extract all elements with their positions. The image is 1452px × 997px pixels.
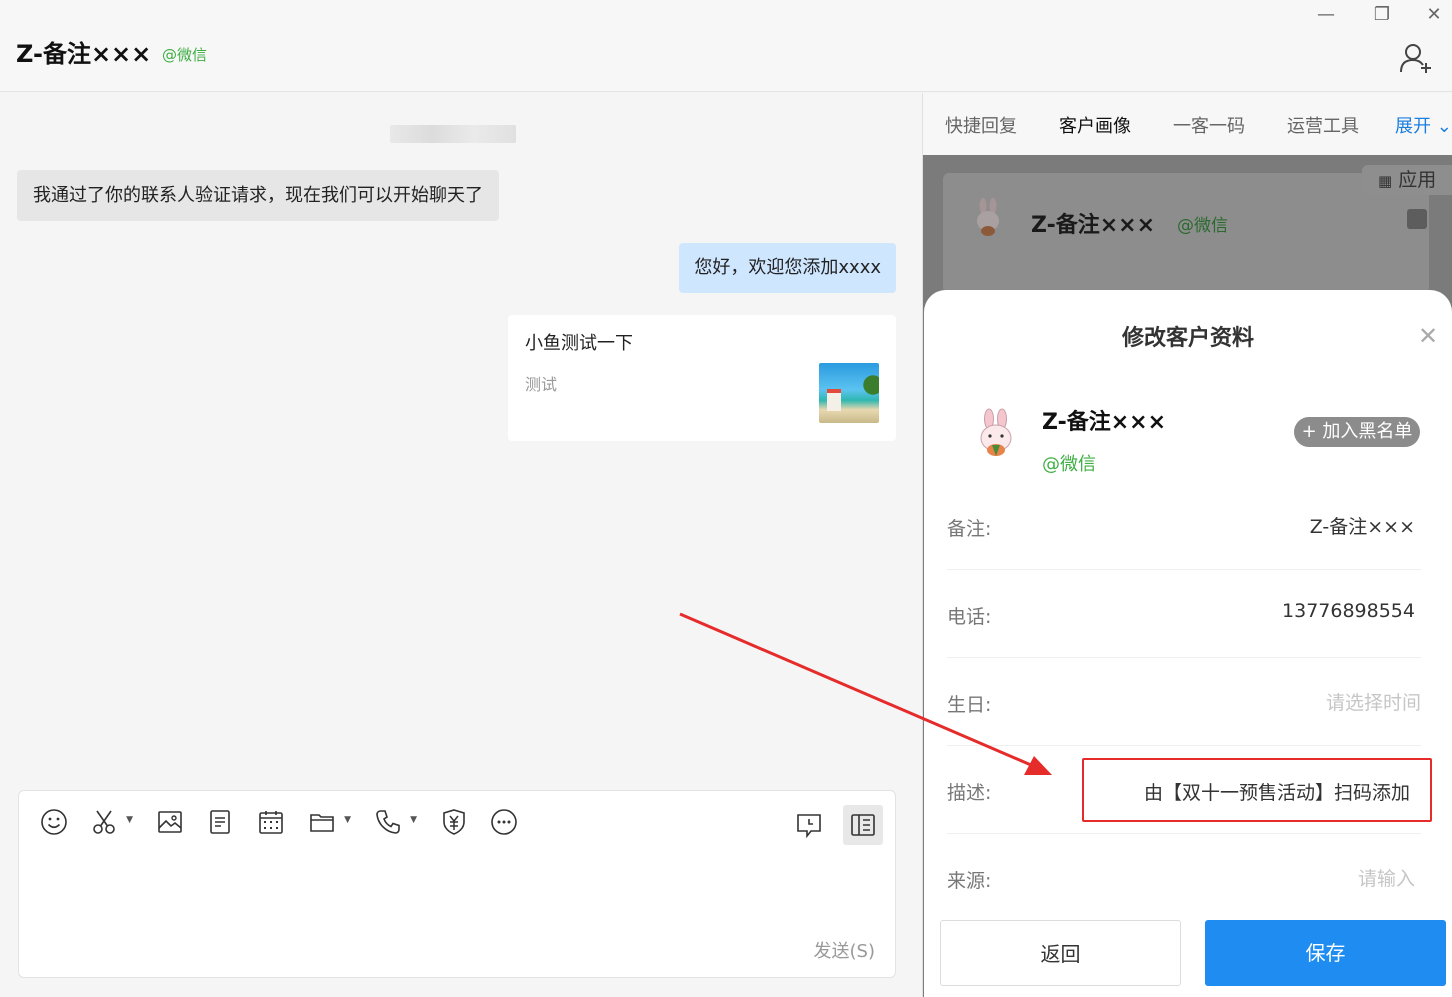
emoji-icon[interactable] bbox=[37, 805, 71, 839]
apps-label: 应用 bbox=[1398, 169, 1437, 191]
chevron-down-icon[interactable]: ▼ bbox=[410, 815, 417, 825]
tab-quick-reply[interactable]: 快捷回复 bbox=[945, 112, 1017, 138]
card-thumbnail-image bbox=[819, 363, 879, 423]
tab-operation-tools[interactable]: 运营工具 bbox=[1287, 112, 1359, 138]
remark-row: 备注: Z-备注××× bbox=[947, 482, 1421, 570]
birthday-row: 生日: 请选择时间 bbox=[947, 658, 1421, 746]
sidebar-toggle-icon[interactable] bbox=[843, 805, 883, 845]
send-button[interactable]: 发送(S) bbox=[814, 937, 875, 963]
chevron-down-icon[interactable]: ▼ bbox=[344, 815, 351, 825]
minimize-icon[interactable]: — bbox=[1306, 0, 1346, 30]
save-button[interactable]: 保存 bbox=[1205, 920, 1446, 986]
bunny-avatar bbox=[980, 408, 1012, 456]
tab-expand[interactable]: 展开 ⌄ bbox=[1395, 112, 1452, 138]
phone-icon[interactable]: ▼ bbox=[371, 805, 417, 839]
link-card-message[interactable]: 小鱼测试一下 测试 bbox=[508, 315, 896, 441]
phone-row: 电话: 13776898554 bbox=[947, 570, 1421, 658]
apps-button[interactable]: ▦ 应用 bbox=[1362, 165, 1452, 195]
add-to-blacklist-button[interactable]: + 加入黑名单 bbox=[1294, 417, 1420, 447]
payment-shield-icon[interactable] bbox=[437, 805, 471, 839]
profile-source-dim: @微信 bbox=[1177, 216, 1228, 236]
remark-field[interactable]: Z-备注××× bbox=[1310, 512, 1415, 539]
screenshot-scissors-icon[interactable]: ▼ bbox=[87, 805, 133, 839]
outgoing-message-bubble: 您好，欢迎您添加xxxx bbox=[679, 243, 896, 293]
modal-customer-name: Z-备注××× bbox=[1042, 410, 1166, 435]
bunny-avatar-dim bbox=[977, 198, 999, 236]
card-description: 测试 bbox=[525, 375, 558, 394]
tab-one-code[interactable]: 一客一码 bbox=[1173, 112, 1245, 138]
birthday-label: 生日: bbox=[947, 694, 992, 716]
birthday-picker[interactable]: 请选择时间 bbox=[1326, 688, 1421, 715]
source-row: 来源: 请输入 bbox=[947, 834, 1421, 922]
blurred-timestamp bbox=[390, 125, 516, 143]
app-window: Z-备注××× @微信 — ❐ ✕ 我通过了你的联系人验证请求，现在我们可以开始… bbox=[0, 0, 1452, 997]
card-title: 小鱼测试一下 bbox=[525, 333, 633, 354]
chevron-down-icon[interactable]: ▼ bbox=[126, 815, 133, 825]
source-input[interactable]: 请输入 bbox=[1358, 864, 1415, 891]
document-icon[interactable] bbox=[203, 805, 237, 839]
message-composer[interactable]: ▼ ▼ ▼ 发送(S) bbox=[18, 790, 896, 978]
title-bar: Z-备注××× @微信 — ❐ ✕ bbox=[0, 0, 1452, 92]
system-message-bubble: 我通过了你的联系人验证请求，现在我们可以开始聊天了 bbox=[17, 170, 499, 221]
maximize-icon[interactable]: ❐ bbox=[1362, 0, 1402, 30]
description-label: 描述: bbox=[947, 782, 992, 804]
source-label: 来源: bbox=[947, 870, 992, 892]
profile-name-dim: Z-备注××× bbox=[1031, 213, 1155, 238]
edit-icon[interactable] bbox=[1407, 209, 1427, 229]
close-icon[interactable]: ✕ bbox=[1418, 322, 1438, 350]
remark-label: 备注: bbox=[947, 518, 992, 540]
description-input[interactable]: 由【双十一预售活动】扫码添加 bbox=[1082, 758, 1432, 822]
folder-icon[interactable]: ▼ bbox=[305, 805, 351, 839]
contact-source-tag: @微信 bbox=[162, 46, 208, 64]
chat-history-icon[interactable] bbox=[789, 805, 829, 845]
modal-customer-source: @微信 bbox=[1042, 454, 1096, 475]
modal-title: 修改客户资料 bbox=[1121, 326, 1254, 351]
back-button[interactable]: 返回 bbox=[940, 920, 1181, 986]
phone-field[interactable]: 13776898554 bbox=[1282, 600, 1415, 622]
calendar-icon[interactable] bbox=[254, 805, 288, 839]
image-icon[interactable] bbox=[153, 805, 187, 839]
sidebar-tabs: 快捷回复 客户画像 一客一码 运营工具 展开 ⌄ bbox=[923, 93, 1452, 155]
add-contact-icon[interactable] bbox=[1398, 42, 1434, 74]
phone-label: 电话: bbox=[947, 606, 992, 628]
tab-customer-profile[interactable]: 客户画像 bbox=[1059, 112, 1131, 138]
edit-customer-modal: 修改客户资料 ✕ Z-备注××× @微信 + 加入黑名单 备注: Z-备注×××… bbox=[924, 290, 1452, 997]
more-icon[interactable] bbox=[487, 805, 521, 839]
contact-title: Z-备注××× bbox=[16, 40, 152, 68]
description-value: 由【双十一预售活动】扫码添加 bbox=[1143, 782, 1410, 804]
close-window-icon[interactable]: ✕ bbox=[1414, 0, 1452, 30]
chat-area: 我通过了你的联系人验证请求，现在我们可以开始聊天了 您好，欢迎您添加xxxx 小… bbox=[0, 93, 922, 997]
